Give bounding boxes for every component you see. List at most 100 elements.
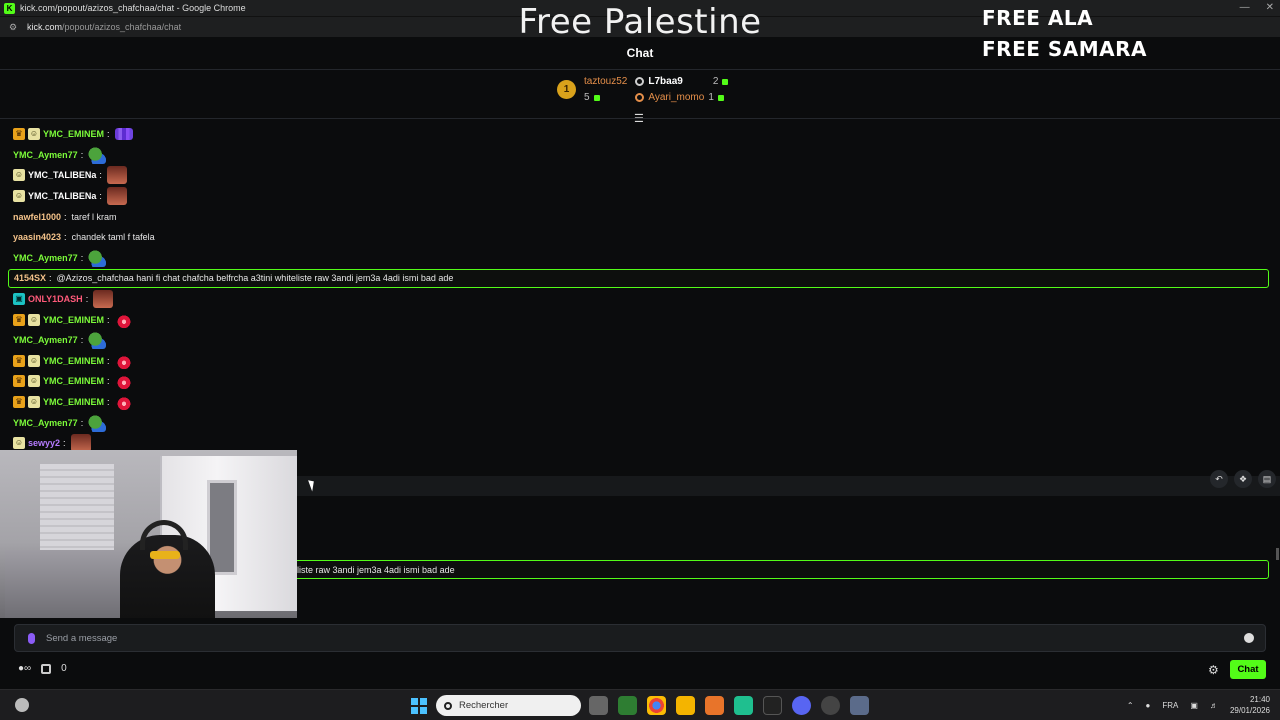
- username-separator: :: [99, 191, 102, 202]
- microphone-icon[interactable]: [28, 632, 35, 644]
- silver-rank-icon: [635, 77, 645, 86]
- username-separator: :: [64, 211, 67, 222]
- leader-first-name[interactable]: taztouz52: [584, 76, 627, 87]
- sub-badge-icon: ☺: [28, 354, 40, 367]
- chat-message-input[interactable]: [46, 632, 1244, 644]
- app-icon[interactable]: [763, 696, 782, 715]
- url-path: /popout/azizos_chafchaa/chat: [62, 22, 182, 32]
- app-icon[interactable]: [821, 696, 840, 715]
- username-separator: :: [99, 170, 102, 181]
- chat-username[interactable]: YMC_Aymen77: [13, 418, 78, 428]
- chat-username[interactable]: YMC_EMINEM: [43, 397, 104, 407]
- kick-gem-icon: [722, 78, 729, 85]
- bars-emote-icon: [114, 128, 133, 141]
- rank-medal-icon: 1: [557, 80, 576, 99]
- chat-username[interactable]: YMC_Aymen77: [13, 335, 78, 345]
- frog-emote-icon: [88, 331, 107, 350]
- microphone-tray-icon[interactable]: ●: [1146, 701, 1151, 710]
- send-chat-button[interactable]: Chat: [1230, 660, 1266, 679]
- chat-username[interactable]: YMC_TALIBENa: [28, 170, 96, 180]
- language-indicator[interactable]: FRA: [1162, 701, 1178, 710]
- frog-emote-icon: [88, 413, 107, 432]
- chat-input-container: [14, 624, 1266, 652]
- username-separator: :: [80, 252, 84, 263]
- crown-badge-icon: ♛: [13, 128, 25, 141]
- chat-username[interactable]: sewyy2: [28, 438, 60, 448]
- gift-icon[interactable]: [41, 663, 52, 674]
- chat-username[interactable]: YMC_EMINEM: [43, 356, 104, 366]
- close-icon[interactable]: ✕: [1266, 2, 1274, 13]
- chat-username[interactable]: YMC_Aymen77: [13, 253, 78, 263]
- scrollbar[interactable]: [1276, 548, 1279, 560]
- chat-message: YMC_Aymen77:: [13, 412, 1270, 433]
- settings-gear-icon[interactable]: ⚙: [1208, 663, 1219, 677]
- chat-title: Chat: [626, 46, 654, 60]
- username-separator: :: [80, 417, 84, 428]
- face-emote-icon: [106, 187, 127, 206]
- chat-username[interactable]: YMC_TALIBENa: [28, 191, 96, 201]
- face-emote-icon: [106, 166, 127, 185]
- leader-third-name[interactable]: Ayari_momo: [648, 92, 704, 103]
- chat-username[interactable]: nawfel1000: [13, 212, 61, 222]
- network-icon[interactable]: ▣: [1190, 701, 1198, 710]
- taskbar-search[interactable]: Rechercher: [436, 695, 581, 716]
- task-view-icon[interactable]: [589, 696, 608, 715]
- chat-messages-list[interactable]: ♛ ☺ YMC_EMINEM: YMC_Aymen77: ☺ YMC_TALIBENa: ☺…: [13, 124, 1270, 454]
- discord-icon[interactable]: [792, 696, 811, 715]
- kick-gem-icon: [717, 94, 724, 101]
- volume-icon[interactable]: ♬: [1210, 701, 1218, 710]
- crown-badge-icon: ♛: [13, 313, 25, 326]
- leader-third-count: 1: [708, 92, 714, 103]
- pinned-message-bar: [297, 476, 1280, 496]
- chat-username[interactable]: yaasin4023: [13, 232, 61, 242]
- chat-message: ♛ ☺ YMC_EMINEM:: [13, 371, 1270, 392]
- chat-message: 4154SX: @Azizos_chafchaa hani fi chat cha…: [13, 268, 1270, 289]
- chat-username[interactable]: YMC_EMINEM: [43, 376, 104, 386]
- frog-emote-icon: [88, 248, 107, 267]
- chrome-icon[interactable]: [647, 696, 666, 715]
- username-separator: :: [107, 397, 110, 408]
- people-icon[interactable]: ●∞: [18, 663, 31, 674]
- chat-username[interactable]: YMC_Aymen77: [13, 150, 78, 160]
- streamer-webcam: [0, 450, 297, 618]
- minimize-icon[interactable]: —: [1240, 2, 1250, 13]
- crown-badge-icon: ♛: [13, 396, 25, 409]
- trash-icon[interactable]: ▤: [1258, 470, 1276, 488]
- sub-badge-icon: ☺: [28, 128, 40, 141]
- chat-message: YMC_Aymen77:: [13, 330, 1270, 351]
- app-icon[interactable]: [734, 696, 753, 715]
- url-domain: kick.com: [27, 22, 63, 32]
- emoji-picker-icon[interactable]: [1244, 633, 1254, 643]
- chat-username[interactable]: 4154SX: [14, 273, 46, 283]
- file-explorer-icon[interactable]: [676, 696, 695, 715]
- flame-emote-icon: [114, 351, 133, 370]
- cyan-badge-icon: ▣: [13, 293, 25, 306]
- chat-username[interactable]: YMC_EMINEM: [43, 129, 104, 139]
- username-separator: :: [80, 335, 84, 346]
- app-icon[interactable]: [705, 696, 724, 715]
- chevron-up-icon[interactable]: ⌃: [1127, 701, 1134, 710]
- username-separator: :: [64, 232, 67, 243]
- site-info-icon[interactable]: ⚙: [9, 22, 19, 32]
- leader-second-name[interactable]: L7baa9: [648, 76, 682, 87]
- app-icon[interactable]: [618, 696, 637, 715]
- chat-username[interactable]: YMC_EMINEM: [43, 315, 104, 325]
- window-controls: — ✕: [1240, 2, 1274, 13]
- widgets-icon[interactable]: [15, 698, 29, 712]
- pin-icon[interactable]: ❖: [1234, 470, 1252, 488]
- settings-icon[interactable]: [850, 696, 869, 715]
- taskbar-apps: [589, 696, 869, 715]
- crown-badge-icon: ♛: [13, 375, 25, 388]
- divider: [0, 69, 1280, 70]
- username-separator: :: [107, 314, 110, 325]
- chat-message: ☺ YMC_TALIBENa:: [13, 165, 1270, 186]
- search-icon: [444, 701, 452, 710]
- flame-emote-icon: [114, 393, 133, 412]
- date: 29/01/2026: [1229, 706, 1270, 715]
- clock[interactable]: 21:40 29/01/2026: [1230, 694, 1270, 716]
- chat-username[interactable]: ONLY1DASH: [28, 294, 83, 304]
- taskbar-search-placeholder: Rechercher: [459, 700, 509, 711]
- undo-icon[interactable]: ↶: [1210, 470, 1228, 488]
- flame-emote-icon: [114, 310, 133, 329]
- windows-start-icon[interactable]: [411, 698, 427, 714]
